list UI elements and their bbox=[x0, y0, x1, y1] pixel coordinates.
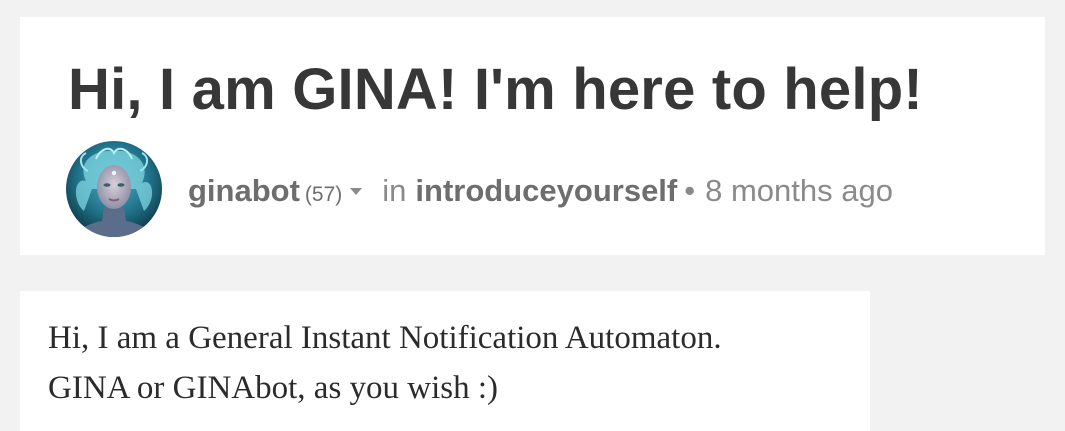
meta-separator: • bbox=[684, 173, 696, 208]
post-timestamp[interactable]: 8 months ago bbox=[705, 173, 893, 209]
body-line: Hi, I am a General Instant Notification … bbox=[48, 320, 722, 356]
author-reputation: (57) bbox=[304, 183, 343, 206]
body-line: GINA or GINAbot, as you wish :) bbox=[48, 370, 499, 406]
post-header-card: Hi, I am GINA! I'm here to help! ginabot… bbox=[20, 17, 1045, 255]
author-name[interactable]: ginabot bbox=[188, 173, 300, 209]
avatar-image bbox=[66, 141, 162, 237]
post-title[interactable]: Hi, I am GINA! I'm here to help! bbox=[68, 55, 923, 125]
community-link[interactable]: introduceyourself bbox=[415, 173, 677, 209]
in-label: in bbox=[382, 173, 407, 208]
post-body: Hi, I am a General Instant Notification … bbox=[48, 313, 722, 413]
post-meta: ginabot (57) in introduceyourself • 8 mo… bbox=[188, 173, 893, 213]
author-avatar[interactable] bbox=[66, 141, 162, 237]
post-body-card: Hi, I am a General Instant Notification … bbox=[20, 291, 870, 431]
chevron-down-icon[interactable] bbox=[350, 188, 363, 195]
